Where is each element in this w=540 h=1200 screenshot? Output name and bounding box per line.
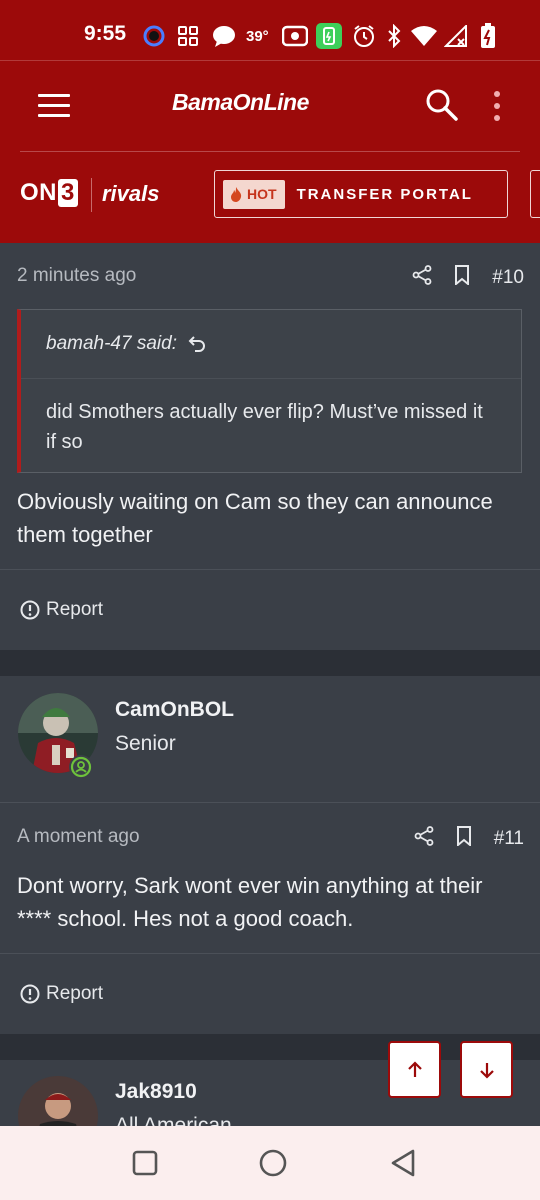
arrow-down-icon [479, 1062, 494, 1079]
bluetooth-icon [386, 24, 402, 48]
report-label: Report [46, 983, 104, 1004]
back-button[interactable] [388, 1148, 418, 1178]
post-gap [0, 1034, 540, 1060]
battery-icon [480, 23, 496, 48]
signal-icon [444, 24, 468, 48]
radio-icon [282, 24, 308, 48]
square-icon [132, 1150, 158, 1176]
recents-button[interactable] [130, 1148, 160, 1178]
hot-label: HOT [247, 186, 277, 202]
hot-badge: HOT [223, 179, 285, 209]
apps-grid-icon [177, 24, 199, 48]
next-nav-button-partial[interactable] [530, 170, 540, 218]
post-actions: #10 [412, 265, 524, 291]
chat-bubble-icon [212, 24, 236, 48]
site-header: BamaOnLine ON 3 rivals HOT TRANSFER PORTA… [0, 60, 540, 244]
wifi-icon [410, 24, 438, 48]
post-timestamp[interactable]: 2 minutes ago [17, 265, 136, 287]
header-divider [20, 151, 520, 152]
username[interactable]: Jak8910 [115, 1080, 197, 1104]
online-status-icon [69, 755, 93, 779]
quote-text: did Smothers actually ever flip? Must’ve… [46, 401, 483, 453]
post-gap [0, 650, 540, 676]
post-timestamp[interactable]: A moment ago [17, 826, 140, 848]
post-10: 2 minutes ago #10 bamah-47 said: did Smo… [0, 243, 540, 650]
user-divider [0, 802, 540, 803]
alarm-icon [352, 24, 376, 48]
post-11: CamOnBOL Senior A moment ago #11 Dont wo… [0, 676, 540, 1034]
status-bar: 9:55 39° [0, 0, 540, 60]
post-body: Obviously waiting on Cam so they can ann… [17, 489, 493, 547]
bookmark-icon[interactable] [454, 265, 470, 291]
home-button[interactable] [258, 1148, 288, 1178]
circle-icon [259, 1149, 287, 1177]
rivals-logo[interactable]: rivals [102, 181, 160, 207]
assistant-circle-icon [142, 24, 166, 48]
quote-author: bamah-47 said: [46, 333, 177, 354]
flame-icon [231, 186, 242, 202]
on3-text: ON [20, 179, 57, 206]
alert-icon [20, 600, 40, 620]
on3-logo[interactable]: ON 3 [20, 179, 78, 207]
battery-saver-icon [316, 23, 342, 49]
more-options-icon[interactable] [492, 91, 502, 123]
system-nav-bar [0, 1126, 540, 1200]
post-divider [0, 569, 540, 570]
brand-separator [91, 178, 92, 212]
post-divider [0, 953, 540, 954]
search-icon[interactable] [424, 87, 460, 123]
arrow-up-icon [407, 1060, 422, 1077]
post-number-link[interactable]: #11 [494, 828, 524, 850]
triangle-back-icon [391, 1149, 415, 1177]
scroll-down-button[interactable] [460, 1041, 513, 1098]
user-title: Senior [115, 732, 176, 755]
transfer-portal-label: TRANSFER PORTAL [296, 185, 473, 203]
alert-icon [20, 984, 40, 1004]
post-number-link[interactable]: #10 [492, 267, 524, 289]
scroll-up-button[interactable] [388, 1041, 441, 1098]
transfer-portal-button[interactable]: HOT TRANSFER PORTAL [214, 170, 508, 218]
report-label: Report [46, 599, 104, 620]
menu-icon[interactable] [38, 94, 70, 117]
site-logo[interactable]: BamaOnLine [172, 89, 309, 116]
reply-arrow-icon[interactable] [187, 334, 207, 354]
post-actions: #11 [414, 826, 524, 852]
report-button[interactable]: Report [20, 599, 103, 621]
quote-header[interactable]: bamah-47 said: [21, 310, 521, 379]
status-time: 9:55 [84, 22, 127, 45]
username[interactable]: CamOnBOL [115, 698, 234, 722]
on3-digit: 3 [58, 179, 78, 207]
bookmark-icon[interactable] [456, 826, 472, 852]
share-icon[interactable] [414, 826, 434, 852]
user-title: All American [115, 1114, 232, 1126]
quote-block: bamah-47 said: did Smothers actually eve… [17, 309, 522, 473]
post-body: Dont worry, Sark wont ever win anything … [17, 873, 483, 931]
report-button[interactable]: Report [20, 983, 103, 1005]
share-icon[interactable] [412, 265, 432, 291]
avatar[interactable] [18, 1076, 98, 1126]
post-12-partial: Jak8910 All American [0, 1060, 540, 1126]
temperature-text: 39° [246, 27, 269, 45]
